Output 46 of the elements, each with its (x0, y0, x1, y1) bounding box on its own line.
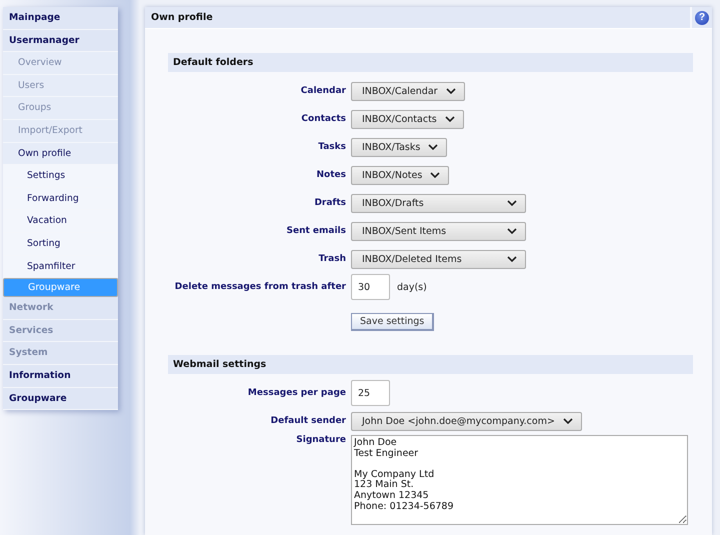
dropdown[interactable]: INBOX/Tasks (351, 138, 448, 156)
field-label: Tasks (317, 142, 346, 152)
chevron-down-icon (507, 228, 517, 234)
chevron-down-icon (444, 116, 455, 122)
sidebar-item[interactable]: Mainpage (3, 7, 118, 30)
field-label: Drafts (313, 198, 346, 208)
field-label: Delete messages from trash after (174, 282, 346, 292)
chevron-down-icon (562, 418, 573, 424)
field-label: Signature (295, 435, 346, 445)
dropdown[interactable]: INBOX/Drafts (351, 194, 526, 212)
chevron-down-icon (446, 88, 456, 94)
field-label: Notes (316, 170, 346, 180)
sidebar-item[interactable]: Groupware (3, 388, 118, 410)
sidebar-item[interactable]: Vacation (3, 210, 118, 233)
chevron-down-icon (507, 200, 517, 206)
sidebar-item[interactable]: Sorting (3, 232, 118, 256)
number-field[interactable]: 30 (351, 274, 390, 300)
dropdown[interactable]: INBOX/Deleted Items (351, 250, 526, 268)
unit-label: day(s) (397, 282, 427, 292)
dropdown[interactable]: INBOX/Notes (351, 166, 450, 184)
signature-field[interactable]: John Doe Test Engineer My Company Ltd 123 Main St. Anytown 12345 Phone: 01234-56789 (351, 435, 688, 525)
sidebar-item[interactable]: Usermanager (3, 30, 118, 52)
field-label: Trash (318, 254, 346, 264)
sidebar-item[interactable]: Forwarding (3, 188, 118, 210)
dropdown[interactable]: John Doe <john.doe@mycompany.com> (351, 412, 582, 430)
field-label: Sent emails (285, 226, 346, 236)
field-label: Calendar (300, 86, 346, 96)
field-label: Default sender (270, 416, 346, 426)
field-label: Messages per page (246, 388, 346, 398)
chevron-down-icon (428, 144, 438, 150)
sidebar-item[interactable]: Settings (3, 165, 118, 188)
sidebar-item[interactable]: Information (3, 364, 118, 388)
panel-title: Own profile (150, 12, 214, 23)
chevron-down-icon (507, 256, 517, 262)
save-button[interactable]: Save settings (351, 313, 434, 331)
chevron-down-icon (430, 172, 440, 178)
dropdown[interactable]: INBOX/Contacts (351, 110, 464, 128)
section-header: Webmail settings (168, 355, 693, 374)
dropdown[interactable]: INBOX/Calendar (351, 82, 465, 100)
section-header: Default folders (168, 53, 693, 72)
help-icon[interactable]: ? (695, 10, 709, 24)
field-label: Contacts (300, 114, 346, 124)
sidebar-item[interactable]: Own profile (3, 142, 118, 166)
number-field[interactable]: 25 (351, 380, 390, 406)
dropdown[interactable]: INBOX/Sent Items (351, 222, 526, 240)
sidebar-item[interactable]: Spamfilter (3, 256, 118, 278)
